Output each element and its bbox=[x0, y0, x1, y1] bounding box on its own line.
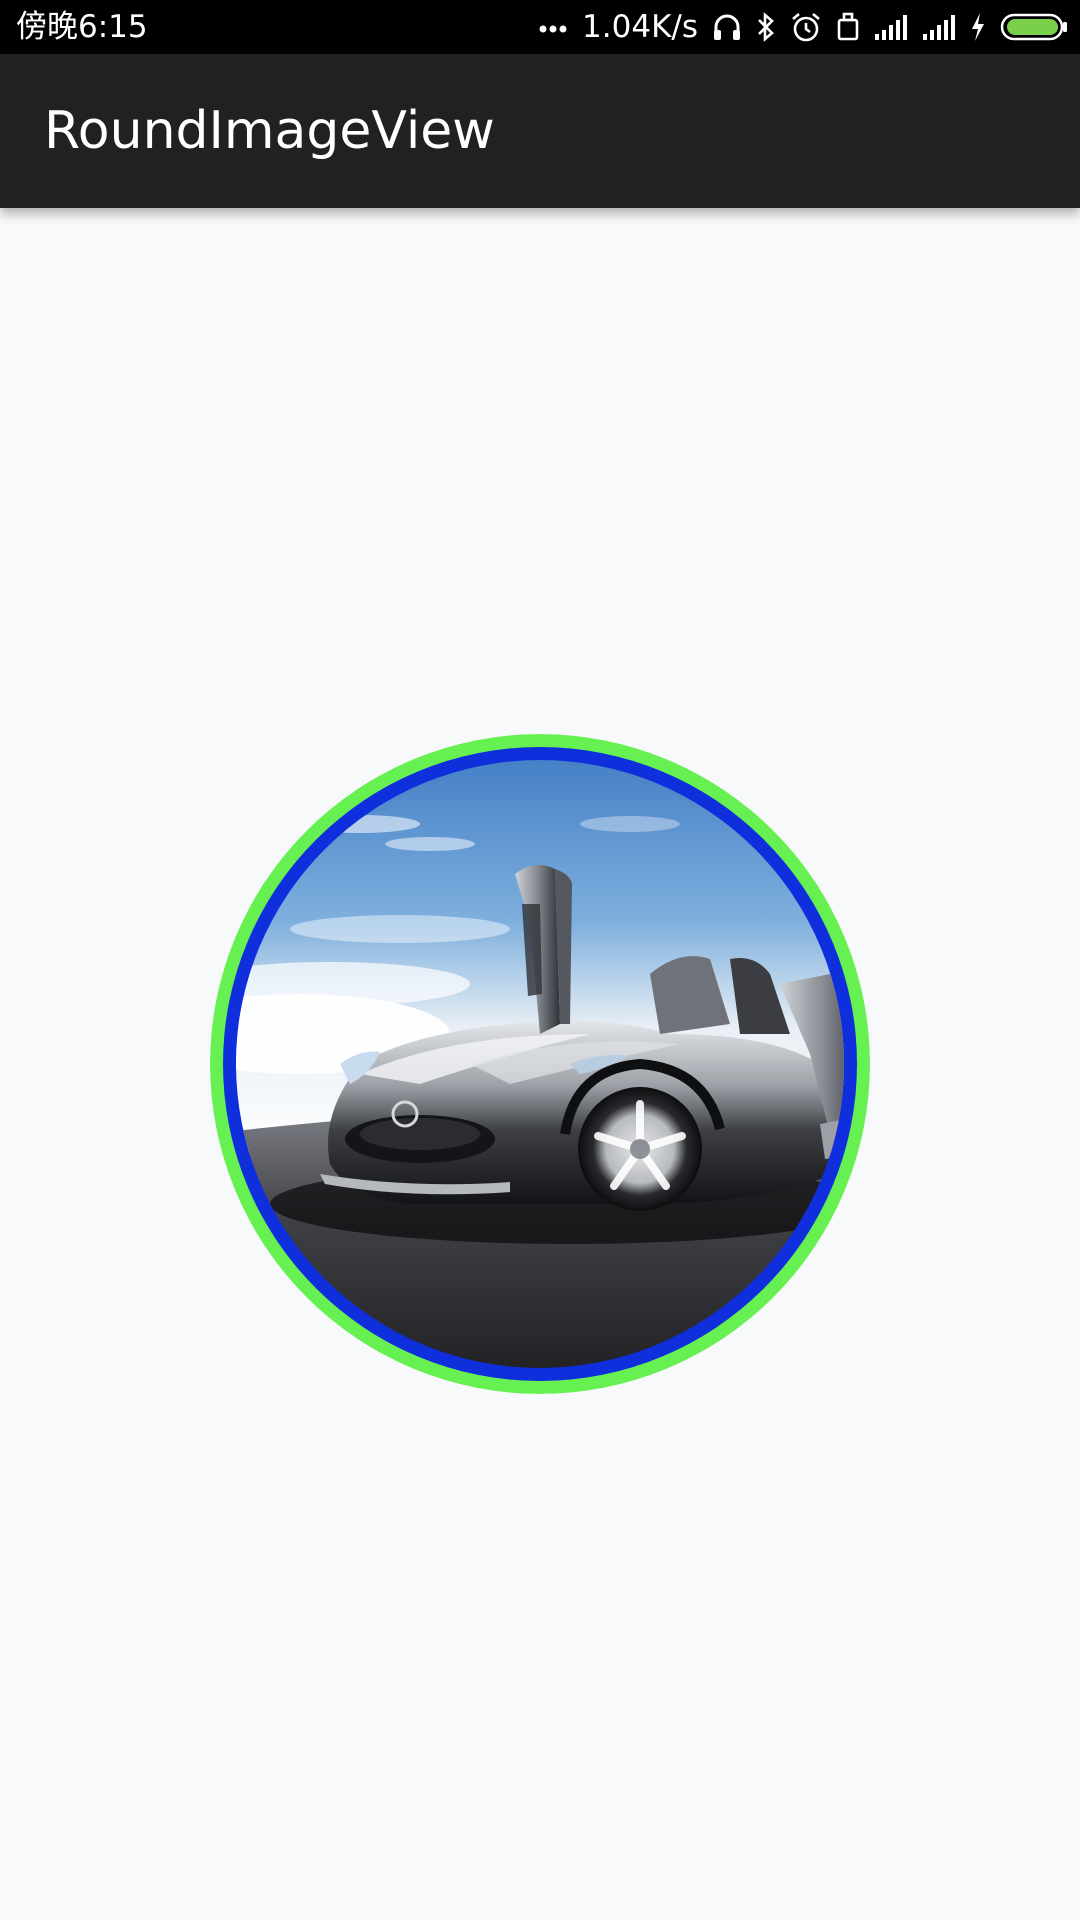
signal-icon-2 bbox=[922, 14, 956, 40]
charging-icon bbox=[970, 12, 986, 42]
app-title: RoundImageView bbox=[44, 101, 495, 161]
headphones-icon bbox=[712, 12, 742, 42]
network-speed: 1.04K/s bbox=[582, 9, 698, 45]
signal-icon bbox=[874, 14, 908, 40]
car-photo bbox=[210, 734, 870, 1394]
bluetooth-icon bbox=[756, 11, 776, 43]
more-dots-icon bbox=[538, 21, 568, 33]
status-icons: 1.04K/s bbox=[538, 0, 1068, 54]
screen: 傍晚6:15 1.04K/s RoundImageView bbox=[0, 0, 1080, 1920]
sim-icon bbox=[836, 12, 860, 42]
battery-icon bbox=[1000, 12, 1068, 42]
app-bar: RoundImageView bbox=[0, 54, 1080, 208]
status-bar: 傍晚6:15 1.04K/s bbox=[0, 0, 1080, 54]
alarm-icon bbox=[790, 11, 822, 43]
status-time: 傍晚6:15 bbox=[16, 9, 148, 45]
round-image-view[interactable] bbox=[210, 734, 870, 1394]
